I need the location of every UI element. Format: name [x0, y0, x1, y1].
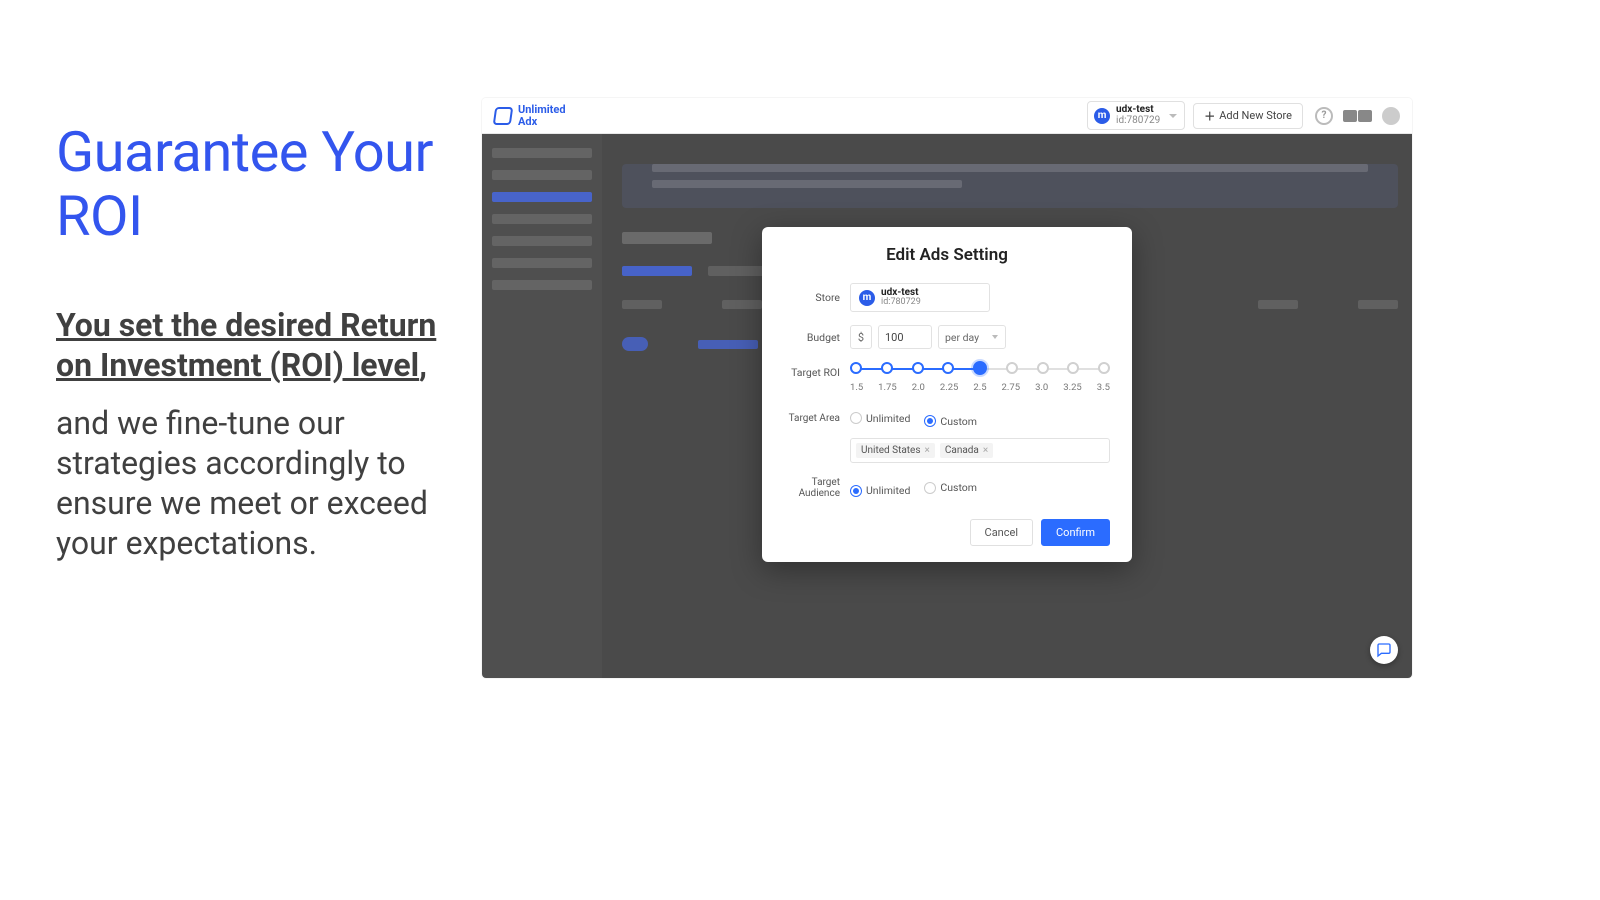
store-selector[interactable]: m udx-test id:780729 — [1087, 101, 1185, 130]
modal-title: Edit Ads Setting — [784, 245, 1110, 265]
target-audience-radio-custom[interactable]: Custom — [924, 481, 977, 494]
target-area-radio-custom[interactable]: Custom — [924, 415, 977, 428]
store-id: id:780729 — [1116, 116, 1160, 127]
currency-symbol: $ — [850, 325, 872, 349]
help-icon[interactable]: ? — [1315, 107, 1333, 125]
label-target-audience: Target Audience — [784, 477, 850, 499]
roi-tick-label: 3.5 — [1097, 382, 1110, 393]
chevron-down-icon — [1169, 114, 1177, 118]
store-field[interactable]: m udx-test id:780729 — [850, 283, 990, 312]
roi-tick-label: 2.5 — [973, 382, 986, 393]
target-audience-radio-unlimited[interactable]: Unlimited — [850, 484, 910, 497]
chat-icon — [1376, 642, 1392, 658]
label-budget: Budget — [784, 331, 850, 344]
store-avatar-icon: m — [1094, 108, 1110, 124]
target-roi-slider[interactable]: 1.5 1.75 2.0 2.25 2.5 2.75 3.0 3.25 3.5 — [850, 362, 1110, 393]
remove-tag-icon[interactable]: × — [983, 445, 988, 456]
store-field-id: id:780729 — [881, 298, 921, 307]
add-store-button[interactable]: ＋ Add New Store — [1193, 103, 1303, 129]
brand-name: Unlimited Adx — [518, 104, 566, 127]
roi-tick[interactable] — [973, 361, 987, 375]
plus-icon: ＋ — [1204, 108, 1215, 124]
target-area-radio-unlimited[interactable]: Unlimited — [850, 412, 910, 425]
roi-tick[interactable] — [850, 362, 862, 374]
remove-tag-icon[interactable]: × — [925, 445, 930, 456]
slide-body: and we fine-tune our strategies accordin… — [56, 403, 452, 563]
edit-ads-setting-modal: Edit Ads Setting Store m udx-test id:780… — [762, 227, 1132, 562]
roi-tick[interactable] — [942, 362, 954, 374]
store-name: udx-test — [1116, 105, 1160, 116]
roi-tick[interactable] — [912, 362, 924, 374]
roi-tick[interactable] — [1037, 362, 1049, 374]
roi-tick-label: 1.75 — [878, 382, 897, 393]
brand-logo: Unlimited Adx — [494, 104, 566, 127]
roi-tick-label: 3.0 — [1035, 382, 1048, 393]
slide-headline: Guarantee Your ROI — [56, 120, 452, 249]
label-target-area: Target Area — [784, 413, 850, 424]
slide-subhead: You set the desired Return on Investment… — [56, 305, 452, 385]
roi-tick-label: 2.25 — [940, 382, 959, 393]
roi-tick[interactable] — [1098, 362, 1110, 374]
roi-tick-label: 2.75 — [1002, 382, 1021, 393]
target-area-tags[interactable]: United States× Canada× — [850, 438, 1110, 463]
roi-tick[interactable] — [1067, 362, 1079, 374]
area-tag[interactable]: Canada× — [940, 443, 993, 458]
label-store: Store — [784, 291, 850, 304]
roi-tick-label: 1.5 — [850, 382, 863, 393]
label-target-roi: Target ROI — [784, 362, 850, 379]
roi-tick[interactable] — [881, 362, 893, 374]
modal-backdrop: Edit Ads Setting Store m udx-test id:780… — [482, 134, 1412, 678]
roi-tick-label: 2.0 — [912, 382, 925, 393]
chat-fab[interactable] — [1370, 636, 1398, 664]
user-avatar-icon[interactable] — [1382, 107, 1400, 125]
area-tag[interactable]: United States× — [856, 443, 935, 458]
language-switch-icon[interactable] — [1343, 110, 1372, 122]
budget-amount-input[interactable] — [878, 325, 932, 349]
roi-tick[interactable] — [1006, 362, 1018, 374]
bg-sidebar — [482, 134, 602, 678]
budget-period-select[interactable]: per day — [938, 325, 1006, 349]
app-screenshot: Unlimited Adx m udx-test id:780729 ＋ Add… — [482, 98, 1412, 678]
brand-mark-icon — [493, 107, 514, 125]
cancel-button[interactable]: Cancel — [970, 519, 1033, 546]
store-avatar-icon: m — [859, 290, 875, 306]
roi-tick-label: 3.25 — [1063, 382, 1082, 393]
confirm-button[interactable]: Confirm — [1041, 519, 1110, 546]
app-top-bar: Unlimited Adx m udx-test id:780729 ＋ Add… — [482, 98, 1412, 134]
